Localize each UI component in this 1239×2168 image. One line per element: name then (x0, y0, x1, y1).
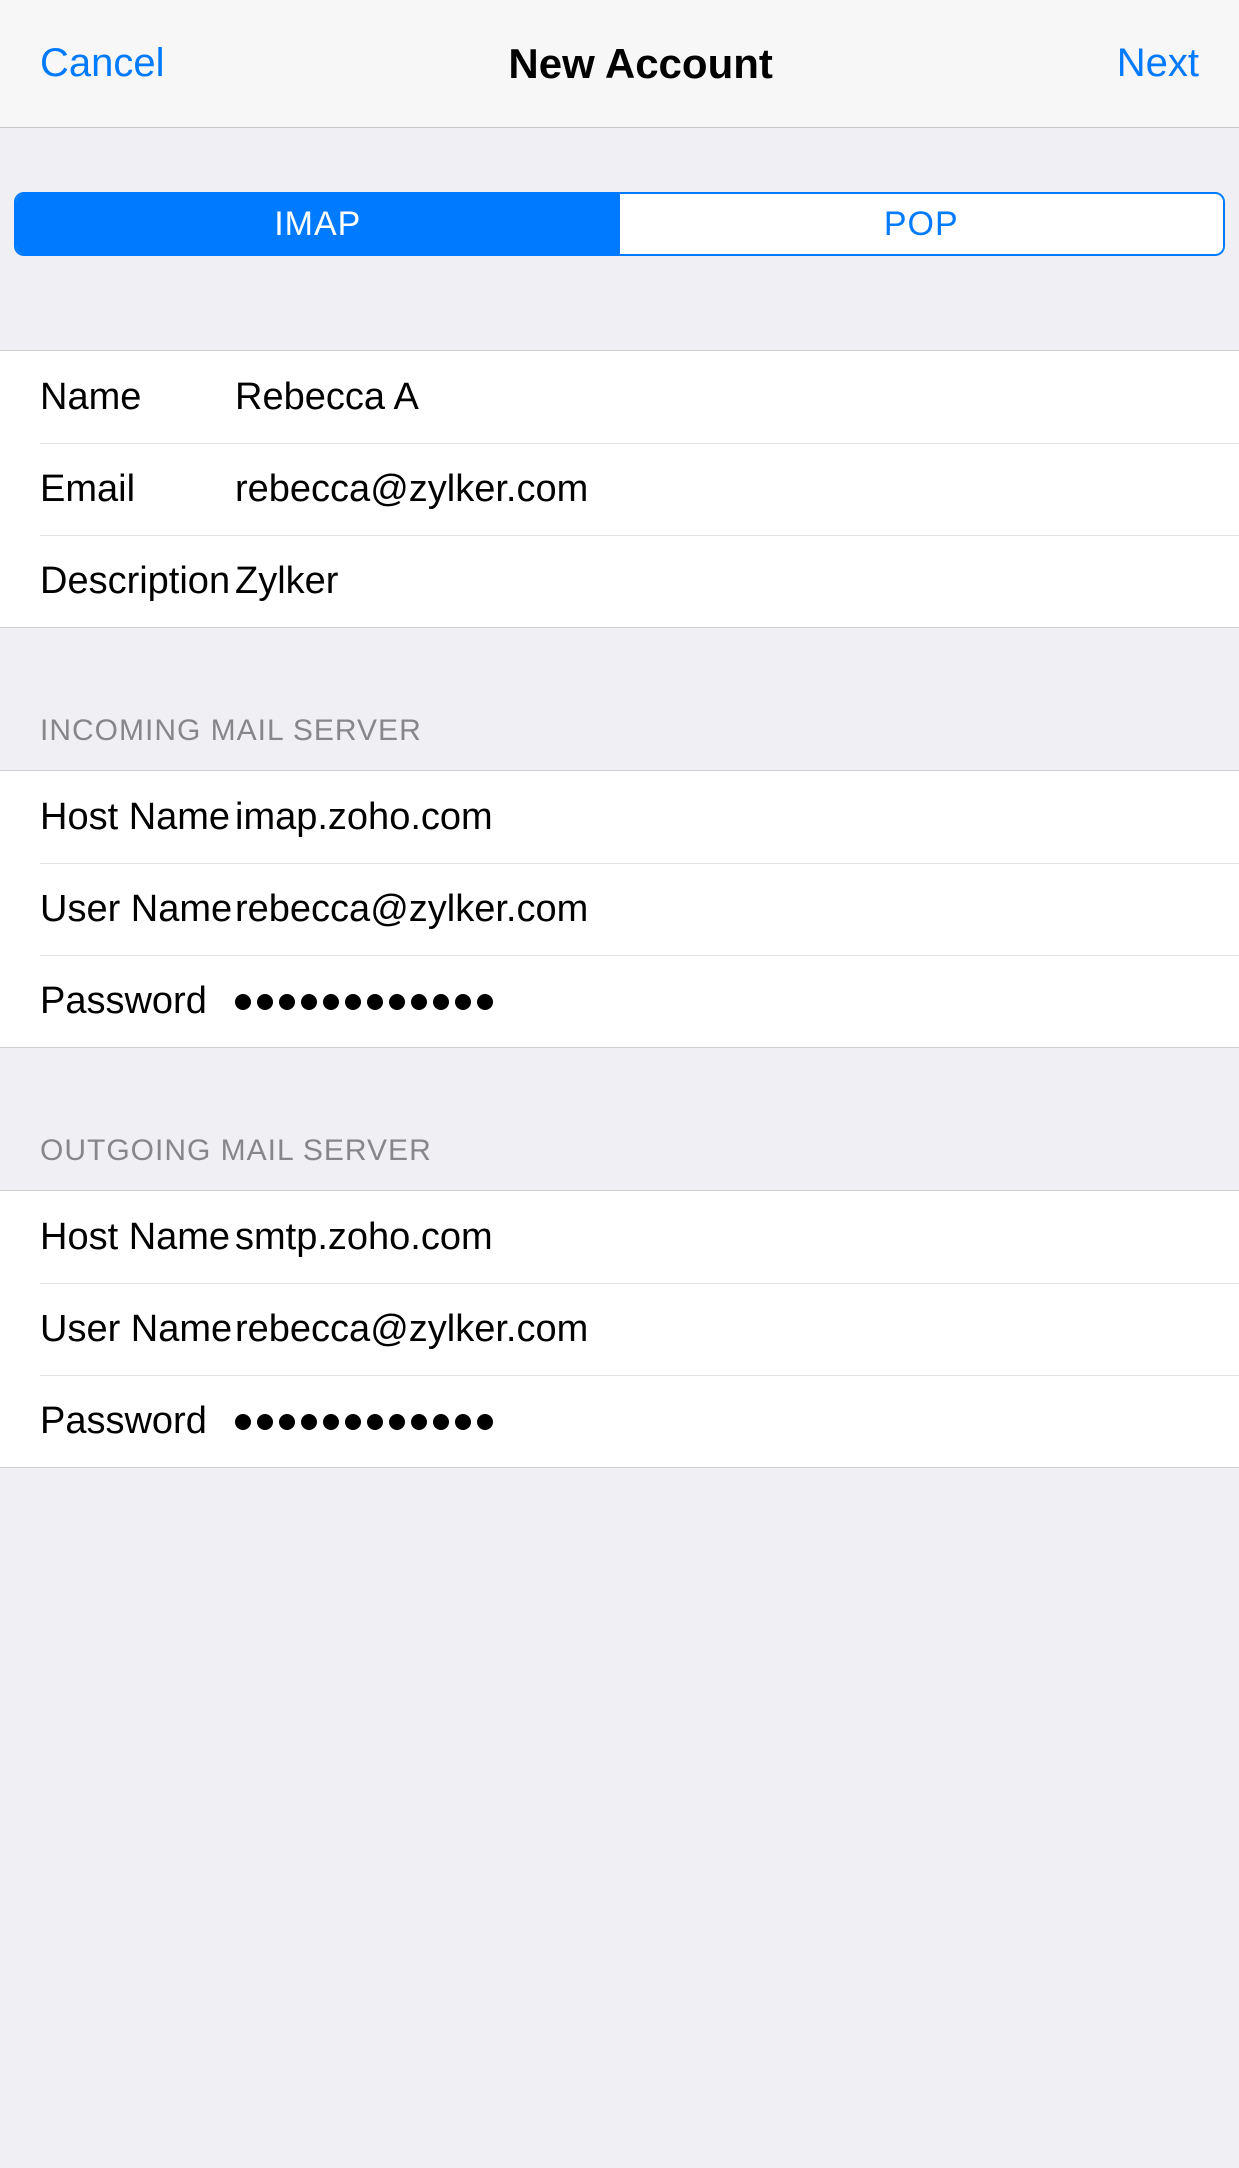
name-field[interactable]: Rebecca A (235, 376, 1199, 419)
description-field[interactable]: Zylker (235, 560, 1199, 603)
account-section: Name Rebecca A Email rebecca@zylker.com … (0, 350, 1239, 628)
name-row: Name Rebecca A (0, 351, 1239, 443)
description-label: Description (40, 560, 235, 603)
section-spacer (0, 284, 1239, 350)
outgoing-section: Host Name smtp.zoho.com User Name rebecc… (0, 1190, 1239, 1468)
header-bar: Cancel New Account Next (0, 0, 1239, 128)
outgoing-password-field[interactable] (235, 1414, 1199, 1430)
outgoing-host-row: Host Name smtp.zoho.com (0, 1191, 1239, 1283)
incoming-host-field[interactable]: imap.zoho.com (235, 796, 1199, 839)
incoming-password-label: Password (40, 980, 235, 1023)
incoming-password-field[interactable] (235, 994, 1199, 1010)
segmented-wrapper: IMAP POP (0, 128, 1239, 284)
email-field[interactable]: rebecca@zylker.com (235, 468, 1199, 511)
email-row: Email rebecca@zylker.com (40, 443, 1239, 535)
incoming-user-field[interactable]: rebecca@zylker.com (235, 888, 1199, 931)
outgoing-user-field[interactable]: rebecca@zylker.com (235, 1308, 1199, 1351)
password-dots (235, 994, 1199, 1010)
outgoing-user-row: User Name rebecca@zylker.com (40, 1283, 1239, 1375)
incoming-section: Host Name imap.zoho.com User Name rebecc… (0, 770, 1239, 1048)
incoming-host-row: Host Name imap.zoho.com (0, 771, 1239, 863)
page-title: New Account (508, 40, 772, 88)
outgoing-password-row: Password (40, 1375, 1239, 1467)
next-button[interactable]: Next (1117, 41, 1199, 86)
outgoing-host-field[interactable]: smtp.zoho.com (235, 1216, 1199, 1259)
incoming-password-row: Password (40, 955, 1239, 1047)
incoming-user-label: User Name (40, 888, 235, 931)
email-label: Email (40, 468, 235, 511)
cancel-button[interactable]: Cancel (40, 41, 165, 86)
outgoing-host-label: Host Name (40, 1216, 235, 1259)
incoming-user-row: User Name rebecca@zylker.com (40, 863, 1239, 955)
description-row: Description Zylker (40, 535, 1239, 627)
incoming-host-label: Host Name (40, 796, 235, 839)
outgoing-user-label: User Name (40, 1308, 235, 1351)
tab-imap[interactable]: IMAP (16, 194, 620, 254)
incoming-section-header: INCOMING MAIL SERVER (0, 628, 1239, 770)
protocol-segmented-control: IMAP POP (14, 192, 1225, 256)
outgoing-section-header: OUTGOING MAIL SERVER (0, 1048, 1239, 1190)
name-label: Name (40, 376, 235, 419)
bottom-spacer (0, 1468, 1239, 2168)
outgoing-password-label: Password (40, 1400, 235, 1443)
tab-pop[interactable]: POP (620, 194, 1224, 254)
password-dots (235, 1414, 1199, 1430)
